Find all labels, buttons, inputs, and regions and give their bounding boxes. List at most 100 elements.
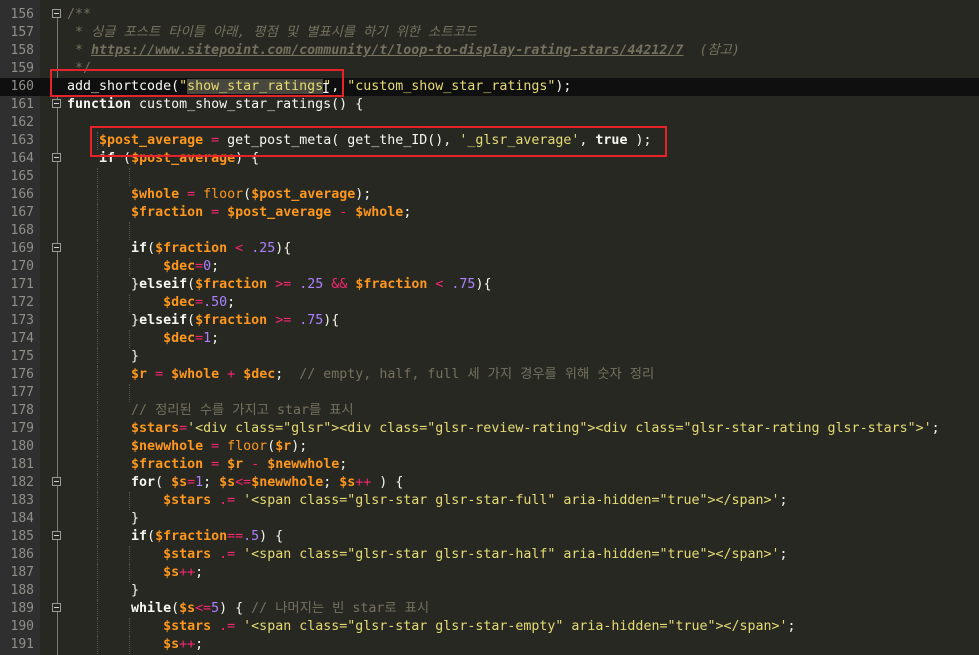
line-number: 176	[10, 367, 34, 382]
code-text[interactable]: $s++;	[67, 636, 203, 654]
fold-toggle-icon[interactable]	[52, 531, 61, 540]
code-line[interactable]: 179 $stars='<div class="glsr"><div class…	[0, 420, 979, 438]
code-line[interactable]: 173 }elseif($fraction >= .75){	[0, 312, 979, 330]
line-number: 177	[10, 385, 34, 400]
code-token: '<div class="glsr"><div class="glsr-revi…	[187, 421, 932, 436]
code-line[interactable]: 178 // 정리된 수를 가지고 star를 표시	[0, 402, 979, 420]
code-line[interactable]: 169 if($fraction < .25){	[0, 240, 979, 258]
line-number: 179	[10, 421, 34, 436]
fold-toggle-icon[interactable]	[52, 153, 61, 162]
code-line[interactable]: 167 $fraction = $post_average - $whole;	[0, 204, 979, 222]
code-text[interactable]: function custom_show_star_ratings() {	[67, 96, 363, 114]
code-text[interactable]: while($s<=5) { // 나머지는 빈 star로 표시	[67, 600, 429, 618]
code-text[interactable]: $stars .= '<span class="glsr-star glsr-s…	[67, 546, 787, 564]
code-line[interactable]: 190 $stars .= '<span class="glsr-star gl…	[0, 618, 979, 636]
code-line[interactable]: 177	[0, 384, 979, 402]
fold-toggle-icon[interactable]	[52, 9, 61, 18]
code-token: ;	[339, 457, 348, 472]
code-token: // empty, half, full 세 가지 경우를 위해 숫자 정리	[299, 367, 655, 382]
fold-toggle-icon[interactable]	[52, 99, 61, 108]
code-line[interactable]: 187 $s++;	[0, 564, 979, 582]
code-line[interactable]: 156 /**	[0, 6, 979, 24]
code-line[interactable]: 161 function custom_show_star_ratings() {	[0, 96, 979, 114]
code-text[interactable]: }	[67, 582, 139, 600]
code-text[interactable]: }	[67, 348, 139, 366]
code-line[interactable]: 188 }	[0, 582, 979, 600]
code-token: "custom_show_star_ratings"	[347, 79, 556, 94]
code-text[interactable]: $r = $whole + $dec; // empty, half, full…	[67, 366, 654, 384]
code-text[interactable]: $newwhole = floor($r);	[67, 438, 307, 456]
code-text[interactable]: $dec=.50;	[67, 294, 235, 312]
fold-toggle-icon[interactable]	[52, 603, 61, 612]
code-token: floor	[227, 439, 268, 454]
code-line[interactable]: 165	[0, 168, 979, 186]
code-line[interactable]: 171 }elseif($fraction >= .25 && $fractio…	[0, 276, 979, 294]
code-text[interactable]: /**	[67, 6, 91, 24]
code-line[interactable]: 174 $dec=1;	[0, 330, 979, 348]
code-text[interactable]: * https://www.sitepoint.com/community/t/…	[67, 42, 740, 60]
code-token: (	[147, 241, 156, 256]
code-token: }	[67, 511, 140, 526]
code-line[interactable]: 181 $fraction = $r - $newwhole;	[0, 456, 979, 474]
code-line[interactable]: 184 }	[0, 510, 979, 528]
code-line[interactable]: 175 }	[0, 348, 979, 366]
code-text[interactable]: if($fraction < .25){	[67, 240, 291, 258]
code-line[interactable]: 157 * 싱글 포스트 타이틀 아래, 평점 및 별표시를 하기 위한 소트코…	[0, 24, 979, 42]
code-token: ){	[275, 241, 292, 256]
code-text[interactable]: $dec=1;	[67, 330, 219, 348]
code-token: $fraction	[195, 313, 268, 328]
code-text[interactable]: for( $s=1; $s<=$newwhole; $s++ ) {	[67, 474, 403, 492]
code-line[interactable]: 186 $stars .= '<span class="glsr-star gl…	[0, 546, 979, 564]
code-text[interactable]: * 싱글 포스트 타이틀 아래, 평점 및 별표시를 하기 위한 소트코드	[67, 24, 477, 42]
code-line[interactable]: 166 $whole = floor($post_average);	[0, 186, 979, 204]
fold-toggle-icon[interactable]	[52, 243, 61, 252]
code-lines[interactable]: 156 /** 157 * 싱글 포스트 타이틀 아래, 평점 및 별표시를 하기 …	[0, 6, 979, 654]
code-line[interactable]: 172 $dec=.50;	[0, 294, 979, 312]
code-text[interactable]: $dec=0;	[67, 258, 219, 276]
code-line[interactable]: 168	[0, 222, 979, 240]
code-text[interactable]: }elseif($fraction >= .75){	[67, 312, 339, 330]
code-token: ==	[227, 529, 244, 544]
code-line[interactable]: 176 $r = $whole + $dec; // empty, half, …	[0, 366, 979, 384]
code-text[interactable]: $whole = floor($post_average);	[67, 186, 371, 204]
code-token: $post_average	[251, 187, 356, 202]
code-text[interactable]: // 정리된 수를 가지고 star를 표시	[67, 402, 354, 420]
code-text[interactable]: if($fraction==.5) {	[67, 528, 283, 546]
line-number: 190	[10, 619, 34, 634]
code-token: =	[187, 475, 196, 490]
code-token: $fraction	[131, 457, 204, 472]
line-number: 187	[10, 565, 34, 580]
code-text[interactable]: $fraction = $post_average - $whole;	[67, 204, 411, 222]
line-number: 157	[10, 25, 34, 40]
code-text[interactable]: }	[67, 510, 139, 528]
code-text[interactable]: $stars .= '<span class="glsr-star glsr-s…	[67, 492, 787, 510]
code-line[interactable]: 185 if($fraction==.5) {	[0, 528, 979, 546]
code-text[interactable]: $s++;	[67, 564, 203, 582]
code-line[interactable]: 191 $s++;	[0, 636, 979, 654]
code-line[interactable]: 170 $dec=0;	[0, 258, 979, 276]
line-number: 182	[10, 475, 34, 490]
code-token: $post_average	[227, 205, 332, 220]
code-line[interactable]: 183 $stars .= '<span class="glsr-star gl…	[0, 492, 979, 510]
fold-toggle-icon[interactable]	[52, 477, 61, 486]
code-text[interactable]: $stars='<div class="glsr"><div class="gl…	[67, 420, 940, 438]
code-line[interactable]: 189 while($s<=5) { // 나머지는 빈 star로 표시	[0, 600, 979, 618]
code-editor[interactable]: 156 /** 157 * 싱글 포스트 타이틀 아래, 평점 및 별표시를 하기 …	[0, 0, 979, 655]
code-line[interactable]: 158 * https://www.sitepoint.com/communit…	[0, 42, 979, 60]
code-text[interactable]: }elseif($fraction >= .25 && $fraction < …	[67, 276, 491, 294]
line-number: 191	[10, 637, 34, 652]
code-text[interactable]: $stars .= '<span class="glsr-star glsr-s…	[67, 618, 795, 636]
code-token: ++	[179, 565, 196, 580]
highlight-box-shortcode	[50, 69, 344, 97]
code-token: '<span class="glsr-star glsr-star-full" …	[243, 493, 780, 508]
code-line[interactable]: 182 for( $s=1; $s<=$newwhole; $s++ ) {	[0, 474, 979, 492]
code-line[interactable]: 180 $newwhole = floor($r);	[0, 438, 979, 456]
code-token: $s	[219, 475, 236, 490]
code-text[interactable]: $fraction = $r - $newwhole;	[67, 456, 347, 474]
